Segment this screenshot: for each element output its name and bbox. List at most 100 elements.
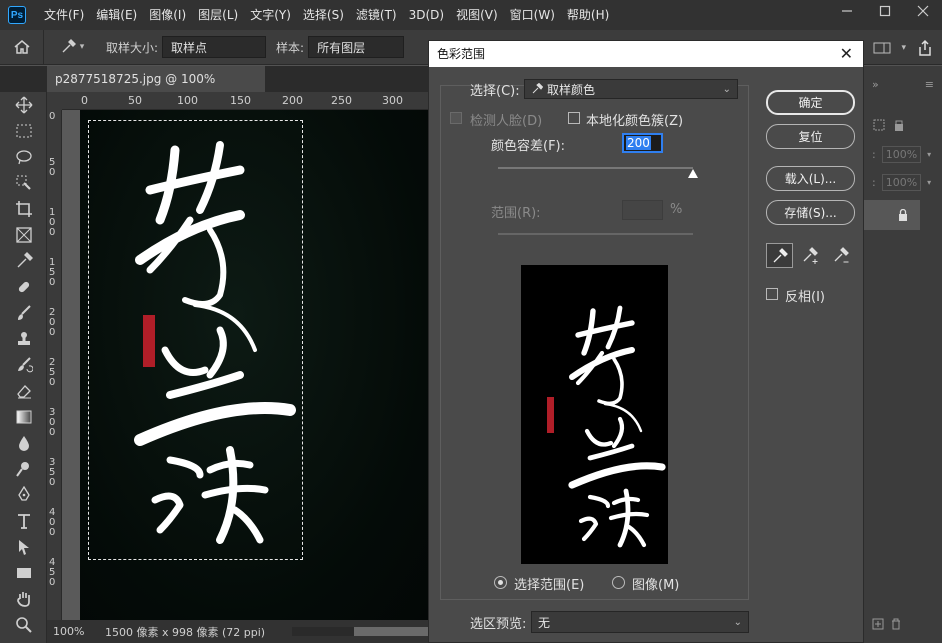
dodge-icon[interactable] bbox=[0, 456, 47, 482]
opacity-field[interactable]: 100% bbox=[881, 146, 922, 163]
close-icon[interactable] bbox=[904, 0, 942, 22]
document-tab-bar: p2877518725.jpg @ 100%(RGB/8#) × bbox=[0, 66, 428, 112]
ruler-top-label: 50 bbox=[128, 94, 142, 107]
quick-select-icon[interactable] bbox=[0, 170, 47, 196]
maximize-icon[interactable] bbox=[866, 0, 904, 22]
lasso-icon[interactable] bbox=[0, 144, 47, 170]
document-tab[interactable]: p2877518725.jpg @ 100%(RGB/8#) × bbox=[47, 66, 265, 112]
stamp-icon[interactable] bbox=[0, 326, 47, 352]
menu-window[interactable]: 窗口(W) bbox=[504, 0, 561, 30]
scrollbar-thumb[interactable] bbox=[354, 627, 428, 636]
menu-bar: Ps 文件(F) 编辑(E) 图像(I) 图层(L) 文字(Y) 选择(S) 滤… bbox=[0, 0, 942, 30]
fill-field[interactable]: 100% bbox=[881, 174, 922, 191]
reset-button[interactable]: 复位 bbox=[766, 124, 855, 149]
layer-row[interactable] bbox=[864, 200, 920, 230]
eyedropper-minus-icon bbox=[834, 246, 849, 262]
horizontal-scrollbar[interactable] bbox=[292, 627, 428, 636]
eyedropper-add-button[interactable] bbox=[797, 243, 824, 268]
ruler-left-label: 1 0 0 bbox=[49, 207, 56, 238]
fuzziness-value: 200 bbox=[626, 136, 651, 150]
workspace-icon[interactable] bbox=[873, 40, 891, 56]
marquee-icon[interactable] bbox=[0, 118, 47, 144]
eyedropper-sample-button[interactable] bbox=[766, 243, 793, 268]
selection-preview-dropdown[interactable]: 无 ⌄ bbox=[531, 611, 749, 633]
ruler-corner bbox=[47, 92, 62, 110]
fuzziness-slider-track[interactable] bbox=[498, 167, 693, 169]
brush-icon[interactable] bbox=[0, 300, 47, 326]
fuzziness-input[interactable]: 200 bbox=[622, 133, 663, 153]
eraser-icon[interactable] bbox=[0, 378, 47, 404]
menu-layer[interactable]: 图层(L) bbox=[192, 0, 244, 30]
save-button[interactable]: 存储(S)... bbox=[766, 200, 855, 225]
selection-marquee bbox=[88, 120, 303, 560]
range-input[interactable] bbox=[622, 200, 663, 220]
select-dropdown[interactable]: 取样颜色 ⌄ bbox=[524, 79, 738, 99]
eyedropper-subtract-button[interactable] bbox=[828, 243, 855, 268]
detect-faces-checkbox[interactable] bbox=[450, 112, 462, 124]
sample-value: 所有图层 bbox=[317, 40, 366, 55]
panel-menu-icon[interactable]: » ≡ bbox=[864, 78, 942, 91]
minimize-icon[interactable] bbox=[828, 0, 866, 22]
chevron-down-icon[interactable]: ▾ bbox=[901, 43, 906, 53]
frame-icon[interactable] bbox=[0, 222, 47, 248]
localized-clusters-label: 本地化颜色簇(Z) bbox=[586, 114, 684, 129]
ok-button[interactable]: 确定 bbox=[766, 90, 855, 115]
rectangle-icon[interactable] bbox=[0, 560, 47, 586]
load-button[interactable]: 载入(L)... bbox=[766, 166, 855, 191]
lock-pixels-icon[interactable] bbox=[892, 118, 906, 132]
zoom-icon[interactable] bbox=[0, 612, 47, 638]
fuzziness-label: 颜色容差(F): bbox=[491, 139, 566, 154]
preview-artwork bbox=[547, 305, 666, 548]
menu-filter[interactable]: 滤镜(T) bbox=[350, 0, 403, 30]
history-brush-icon[interactable] bbox=[0, 352, 47, 378]
lock-artboard-icon[interactable] bbox=[872, 118, 886, 132]
eyedropper-icon[interactable] bbox=[0, 248, 47, 274]
blur-icon[interactable] bbox=[0, 430, 47, 456]
localized-clusters-checkbox[interactable] bbox=[568, 112, 580, 124]
selection-preview[interactable] bbox=[521, 265, 668, 564]
gradient-icon[interactable] bbox=[0, 404, 47, 430]
reset-button-label: 复位 bbox=[798, 130, 823, 144]
ruler-left-label: 4 0 0 bbox=[49, 507, 56, 538]
move-icon[interactable] bbox=[0, 92, 47, 118]
lock-icon bbox=[899, 209, 907, 221]
menu-edit[interactable]: 编辑(E) bbox=[90, 0, 143, 30]
opacity-row: :100% ▾ bbox=[872, 146, 932, 163]
selection-radio-label: 选择范围(E) bbox=[514, 578, 585, 593]
range-slider-track[interactable] bbox=[498, 233, 693, 235]
menu-image[interactable]: 图像(I) bbox=[143, 0, 192, 30]
hand-icon[interactable] bbox=[0, 586, 47, 612]
menu-help[interactable]: 帮助(H) bbox=[561, 0, 615, 30]
eyedropper-tool-preset[interactable]: ▾ bbox=[44, 39, 100, 55]
menu-select[interactable]: 选择(S) bbox=[297, 0, 350, 30]
sample-select[interactable]: 所有图层 bbox=[308, 36, 405, 58]
trash-icon[interactable] bbox=[890, 618, 902, 630]
ruler-left-label: 5 0 bbox=[49, 157, 56, 178]
type-icon[interactable] bbox=[0, 508, 47, 534]
menu-view[interactable]: 视图(V) bbox=[450, 0, 504, 30]
selection-radio[interactable] bbox=[494, 576, 507, 589]
sample-size-label: 取样大小: bbox=[106, 40, 159, 55]
path-select-icon[interactable] bbox=[0, 534, 47, 560]
range-unit: % bbox=[670, 202, 683, 217]
healing-icon[interactable] bbox=[0, 274, 47, 300]
document-canvas[interactable] bbox=[62, 110, 428, 620]
dialog-close-icon[interactable]: ✕ bbox=[840, 41, 853, 67]
home-icon[interactable] bbox=[0, 29, 44, 65]
eyedropper-plus-icon bbox=[803, 246, 818, 264]
image-radio[interactable] bbox=[612, 576, 625, 589]
menu-3d[interactable]: 3D(D) bbox=[403, 0, 450, 30]
fuzziness-slider-thumb[interactable] bbox=[688, 169, 698, 178]
ruler-left-label: 4 5 0 bbox=[49, 557, 56, 588]
crop-icon[interactable] bbox=[0, 196, 47, 222]
invert-checkbox[interactable] bbox=[766, 288, 778, 300]
eyedropper-icon bbox=[532, 83, 543, 94]
menu-type[interactable]: 文字(Y) bbox=[244, 0, 297, 30]
pen-icon[interactable] bbox=[0, 482, 47, 508]
menu-file[interactable]: 文件(F) bbox=[38, 0, 90, 30]
eyedropper-icon bbox=[773, 247, 788, 262]
new-layer-icon[interactable] bbox=[872, 618, 884, 630]
share-icon[interactable] bbox=[916, 39, 934, 57]
sample-size-select[interactable]: 取样点 bbox=[162, 36, 267, 58]
zoom-level[interactable]: 100% bbox=[47, 625, 97, 638]
